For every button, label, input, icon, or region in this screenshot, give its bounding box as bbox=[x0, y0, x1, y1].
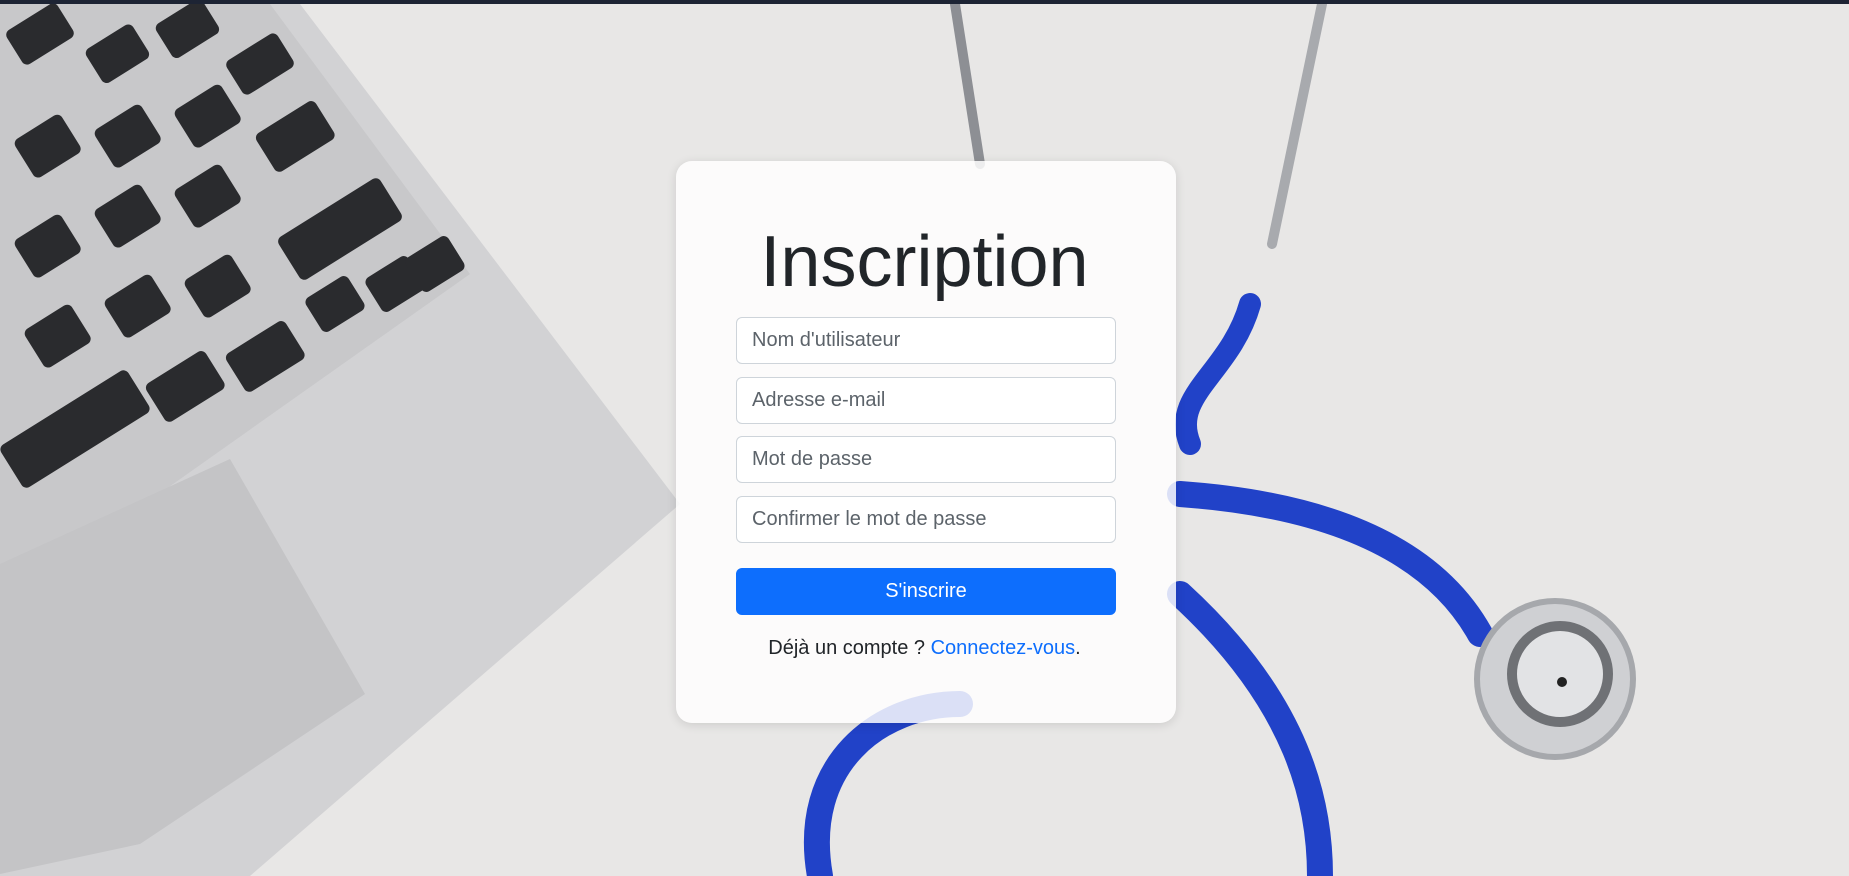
password-input[interactable] bbox=[736, 436, 1116, 483]
login-prompt-suffix: . bbox=[1075, 637, 1081, 659]
login-prompt: Déjà un compte ? Connectez-vous. bbox=[0, 636, 1849, 660]
signup-button[interactable]: S'inscrire bbox=[736, 568, 1116, 615]
page-title: Inscription bbox=[760, 222, 1089, 302]
email-input[interactable] bbox=[736, 377, 1116, 424]
username-input[interactable] bbox=[736, 317, 1116, 364]
login-link[interactable]: Connectez-vous bbox=[931, 637, 1076, 659]
confirm-password-input[interactable] bbox=[736, 496, 1116, 543]
login-prompt-text: Déjà un compte ? bbox=[768, 637, 926, 659]
